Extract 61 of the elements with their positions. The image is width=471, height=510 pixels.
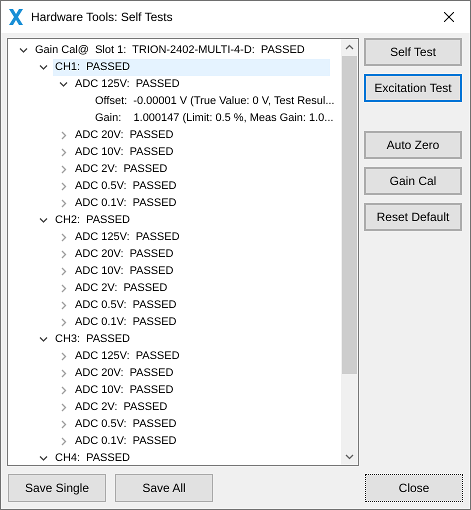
- tree-item[interactable]: ADC 10V: PASSED: [73, 263, 176, 280]
- save-button[interactable]: Save All: [115, 474, 213, 502]
- chevron-down-icon[interactable]: [38, 216, 48, 225]
- tree-item[interactable]: ADC 0.5V: PASSED: [73, 416, 178, 433]
- side-button[interactable]: Self Test: [364, 38, 462, 66]
- app-logo-icon: [9, 9, 23, 25]
- chevron-right-icon[interactable]: [58, 250, 68, 259]
- chevron-down-icon[interactable]: [38, 63, 48, 72]
- tree-item[interactable]: ADC 20V: PASSED: [73, 246, 176, 263]
- side-button[interactable]: Auto Zero: [364, 131, 462, 159]
- scrollbar[interactable]: [341, 39, 358, 465]
- chevron-right-icon[interactable]: [58, 199, 68, 208]
- chevron-right-icon[interactable]: [58, 148, 68, 157]
- chevron-down-icon[interactable]: [38, 335, 48, 344]
- chevron-right-icon[interactable]: [58, 284, 68, 293]
- window-title: Hardware Tools: Self Tests: [31, 9, 173, 26]
- chevron-right-icon[interactable]: [58, 386, 68, 395]
- tree-item[interactable]: Gain Cal@ Slot 1: TRION-2402-MULTI-4-D: PASSED: [33, 42, 307, 59]
- tree-item[interactable]: ADC 125V: PASSED: [73, 76, 182, 93]
- tree-item[interactable]: Gain: 1.000147 (Limit: 0.5 %, Meas Gain: 1.0...: [93, 110, 336, 127]
- chevron-right-icon[interactable]: [58, 403, 68, 412]
- scroll-thumb[interactable]: [342, 56, 357, 374]
- tree-item[interactable]: CH3: PASSED: [53, 331, 132, 348]
- close-button[interactable]: Close: [365, 474, 463, 502]
- chevron-down-icon[interactable]: [38, 454, 48, 463]
- side-button[interactable]: Reset Default: [364, 203, 462, 231]
- tree-item[interactable]: ADC 0.1V: PASSED: [73, 433, 178, 450]
- side-button[interactable]: Excitation Test: [364, 74, 462, 102]
- tree-item[interactable]: ADC 2V: PASSED: [73, 280, 170, 297]
- tree-item[interactable]: ADC 20V: PASSED: [73, 365, 176, 382]
- tree-item[interactable]: ADC 125V: PASSED: [73, 348, 182, 365]
- tree-item[interactable]: CH2: PASSED: [53, 212, 132, 229]
- tree-item[interactable]: CH1: PASSED: [53, 59, 330, 76]
- tree-item[interactable]: ADC 20V: PASSED: [73, 127, 176, 144]
- tree-item[interactable]: Offset: -0.00001 V (True Value: 0 V, Test Resul...: [93, 93, 336, 110]
- chevron-right-icon[interactable]: [58, 233, 68, 242]
- chevron-down-icon[interactable]: [18, 46, 28, 55]
- tree-item[interactable]: ADC 0.1V: PASSED: [73, 195, 178, 212]
- chevron-right-icon[interactable]: [58, 165, 68, 174]
- chevron-right-icon[interactable]: [58, 437, 68, 446]
- chevron-down-icon[interactable]: [58, 80, 68, 89]
- chevron-right-icon[interactable]: [58, 267, 68, 276]
- tree-item[interactable]: ADC 0.1V: PASSED: [73, 314, 178, 331]
- chevron-right-icon[interactable]: [58, 301, 68, 310]
- chevron-right-icon[interactable]: [58, 369, 68, 378]
- tree-item[interactable]: ADC 10V: PASSED: [73, 144, 176, 161]
- tree-item[interactable]: ADC 10V: PASSED: [73, 382, 176, 399]
- tree-item[interactable]: ADC 125V: PASSED: [73, 229, 182, 246]
- tree-item[interactable]: CH4: PASSED: [53, 450, 132, 465]
- chevron-right-icon[interactable]: [58, 352, 68, 361]
- tree-item[interactable]: ADC 0.5V: PASSED: [73, 297, 178, 314]
- chevron-right-icon[interactable]: [58, 131, 68, 140]
- tree-item[interactable]: ADC 0.5V: PASSED: [73, 178, 178, 195]
- side-button[interactable]: Gain Cal: [364, 167, 462, 195]
- close-icon[interactable]: [444, 12, 454, 22]
- tree-item[interactable]: ADC 2V: PASSED: [73, 399, 170, 416]
- chevron-right-icon[interactable]: [58, 182, 68, 191]
- chevron-right-icon[interactable]: [58, 420, 68, 429]
- tree-item[interactable]: ADC 2V: PASSED: [73, 161, 170, 178]
- chevron-right-icon[interactable]: [58, 318, 68, 327]
- save-button[interactable]: Save Single: [8, 474, 106, 502]
